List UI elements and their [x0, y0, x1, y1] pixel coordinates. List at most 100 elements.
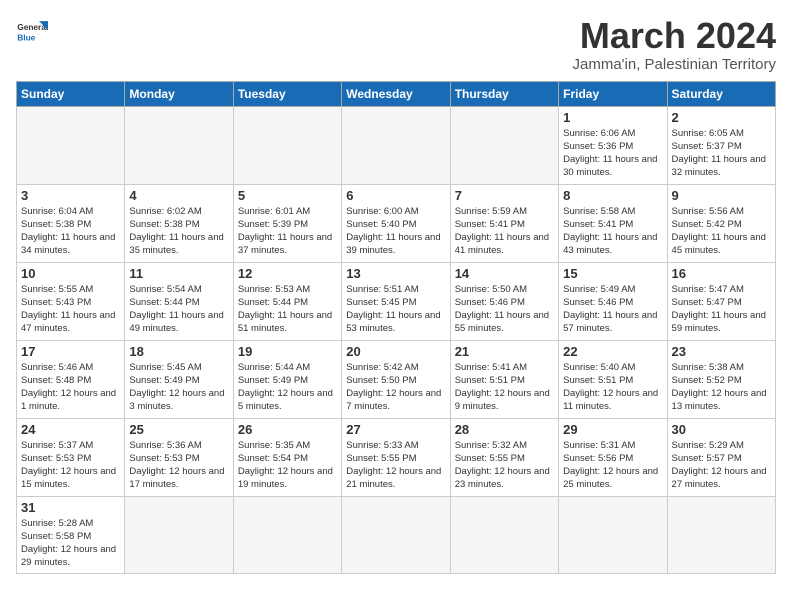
day-number: 20 — [346, 344, 445, 359]
table-row: 13 Sunrise: 5:51 AM Sunset: 5:45 PM Dayli… — [342, 262, 450, 340]
day-number: 10 — [21, 266, 120, 281]
table-row — [667, 496, 775, 573]
table-row — [125, 106, 233, 184]
day-info: Sunrise: 5:45 AM Sunset: 5:49 PM Dayligh… — [129, 361, 228, 414]
table-row: 21 Sunrise: 5:41 AM Sunset: 5:51 PM Dayli… — [450, 340, 558, 418]
day-number: 3 — [21, 188, 120, 203]
day-number: 23 — [672, 344, 771, 359]
table-row: 18 Sunrise: 5:45 AM Sunset: 5:49 PM Dayli… — [125, 340, 233, 418]
table-row: 14Sunrise: 5:50 AM Sunset: 5:46 PM Dayli… — [450, 262, 558, 340]
day-info: Sunrise: 5:36 AM Sunset: 5:53 PM Dayligh… — [129, 439, 228, 492]
day-number: 24 — [21, 422, 120, 437]
day-number: 21 — [455, 344, 554, 359]
day-info: Sunrise: 5:41 AM Sunset: 5:51 PM Dayligh… — [455, 361, 554, 414]
day-number: 7 — [455, 188, 554, 203]
day-info: Sunrise: 5:38 AM Sunset: 5:52 PM Dayligh… — [672, 361, 771, 414]
table-row: 25 Sunrise: 5:36 AM Sunset: 5:53 PM Dayli… — [125, 418, 233, 496]
table-row: 6Sunrise: 6:00 AM Sunset: 5:40 PM Daylig… — [342, 184, 450, 262]
table-row — [559, 496, 667, 573]
table-row: 17Sunrise: 5:46 AM Sunset: 5:48 PM Dayli… — [17, 340, 125, 418]
header-wednesday: Wednesday — [342, 81, 450, 106]
table-row — [17, 106, 125, 184]
day-info: Sunrise: 6:06 AM Sunset: 5:36 PM Dayligh… — [563, 127, 662, 180]
day-number: 2 — [672, 110, 771, 125]
table-row — [233, 496, 341, 573]
table-row: 5 Sunrise: 6:01 AM Sunset: 5:39 PM Daylig… — [233, 184, 341, 262]
day-info: Sunrise: 5:33 AM Sunset: 5:55 PM Dayligh… — [346, 439, 445, 492]
day-info: Sunrise: 5:40 AM Sunset: 5:51 PM Dayligh… — [563, 361, 662, 414]
day-info: Sunrise: 5:46 AM Sunset: 5:48 PM Dayligh… — [21, 361, 120, 414]
day-number: 6 — [346, 188, 445, 203]
day-info: Sunrise: 5:54 AM Sunset: 5:44 PM Dayligh… — [129, 283, 228, 336]
day-info: Sunrise: 5:29 AM Sunset: 5:57 PM Dayligh… — [672, 439, 771, 492]
table-row: 22 Sunrise: 5:40 AM Sunset: 5:51 PM Dayli… — [559, 340, 667, 418]
table-row: 4 Sunrise: 6:02 AM Sunset: 5:38 PM Daylig… — [125, 184, 233, 262]
day-info: Sunrise: 5:37 AM Sunset: 5:53 PM Dayligh… — [21, 439, 120, 492]
table-row: 20 Sunrise: 5:42 AM Sunset: 5:50 PM Dayli… — [342, 340, 450, 418]
day-info: Sunrise: 5:32 AM Sunset: 5:55 PM Dayligh… — [455, 439, 554, 492]
day-info: Sunrise: 5:51 AM Sunset: 5:45 PM Dayligh… — [346, 283, 445, 336]
table-row — [125, 496, 233, 573]
calendar-table: Sunday Monday Tuesday Wednesday Thursday… — [16, 81, 776, 574]
day-info: Sunrise: 5:28 AM Sunset: 5:58 PM Dayligh… — [21, 517, 120, 570]
day-number: 5 — [238, 188, 337, 203]
day-info: Sunrise: 5:31 AM Sunset: 5:56 PM Dayligh… — [563, 439, 662, 492]
table-row — [342, 496, 450, 573]
table-row: 3 Sunrise: 6:04 AM Sunset: 5:38 PM Daylig… — [17, 184, 125, 262]
day-number: 4 — [129, 188, 228, 203]
day-info: Sunrise: 6:05 AM Sunset: 5:37 PM Dayligh… — [672, 127, 771, 180]
day-info: Sunrise: 5:53 AM Sunset: 5:44 PM Dayligh… — [238, 283, 337, 336]
table-row — [342, 106, 450, 184]
day-number: 15 — [563, 266, 662, 281]
day-info: Sunrise: 5:50 AM Sunset: 5:46 PM Dayligh… — [455, 283, 554, 336]
calendar-subtitle: Jamma'in, Palestinian Territory — [573, 56, 777, 73]
day-info: Sunrise: 5:59 AM Sunset: 5:41 PM Dayligh… — [455, 205, 554, 258]
day-info: Sunrise: 5:58 AM Sunset: 5:41 PM Dayligh… — [563, 205, 662, 258]
day-number: 29 — [563, 422, 662, 437]
day-number: 30 — [672, 422, 771, 437]
day-number: 18 — [129, 344, 228, 359]
day-info: Sunrise: 5:49 AM Sunset: 5:46 PM Dayligh… — [563, 283, 662, 336]
table-row — [450, 496, 558, 573]
calendar-header-row: Sunday Monday Tuesday Wednesday Thursday… — [17, 81, 776, 106]
table-row — [233, 106, 341, 184]
table-row: 7 Sunrise: 5:59 AM Sunset: 5:41 PM Daylig… — [450, 184, 558, 262]
day-info: Sunrise: 5:56 AM Sunset: 5:42 PM Dayligh… — [672, 205, 771, 258]
title-area: March 2024 Jamma'in, Palestinian Territo… — [573, 16, 777, 73]
day-info: Sunrise: 6:04 AM Sunset: 5:38 PM Dayligh… — [21, 205, 120, 258]
day-info: Sunrise: 6:01 AM Sunset: 5:39 PM Dayligh… — [238, 205, 337, 258]
table-row: 19 Sunrise: 5:44 AM Sunset: 5:49 PM Dayli… — [233, 340, 341, 418]
table-row: 16 Sunrise: 5:47 AM Sunset: 5:47 PM Dayli… — [667, 262, 775, 340]
day-number: 12 — [238, 266, 337, 281]
header: General Blue March 2024 Jamma'in, Palest… — [16, 16, 776, 73]
day-number: 31 — [21, 500, 120, 515]
logo: General Blue — [16, 16, 48, 48]
table-row: 31 Sunrise: 5:28 AM Sunset: 5:58 PM Dayli… — [17, 496, 125, 573]
table-row: 11 Sunrise: 5:54 AM Sunset: 5:44 PM Dayli… — [125, 262, 233, 340]
calendar-title: March 2024 — [573, 16, 777, 56]
day-number: 16 — [672, 266, 771, 281]
table-row: 29 Sunrise: 5:31 AM Sunset: 5:56 PM Dayli… — [559, 418, 667, 496]
day-number: 11 — [129, 266, 228, 281]
header-monday: Monday — [125, 81, 233, 106]
day-info: Sunrise: 5:47 AM Sunset: 5:47 PM Dayligh… — [672, 283, 771, 336]
header-tuesday: Tuesday — [233, 81, 341, 106]
day-number: 22 — [563, 344, 662, 359]
table-row: 8 Sunrise: 5:58 AM Sunset: 5:41 PM Daylig… — [559, 184, 667, 262]
day-number: 8 — [563, 188, 662, 203]
table-row: 15 Sunrise: 5:49 AM Sunset: 5:46 PM Dayli… — [559, 262, 667, 340]
table-row: 24 Sunrise: 5:37 AM Sunset: 5:53 PM Dayli… — [17, 418, 125, 496]
table-row: 12 Sunrise: 5:53 AM Sunset: 5:44 PM Dayli… — [233, 262, 341, 340]
svg-text:Blue: Blue — [17, 32, 35, 42]
day-info: Sunrise: 5:44 AM Sunset: 5:49 PM Dayligh… — [238, 361, 337, 414]
day-number: 25 — [129, 422, 228, 437]
table-row: 10Sunrise: 5:55 AM Sunset: 5:43 PM Dayli… — [17, 262, 125, 340]
day-info: Sunrise: 6:02 AM Sunset: 5:38 PM Dayligh… — [129, 205, 228, 258]
header-thursday: Thursday — [450, 81, 558, 106]
day-info: Sunrise: 5:42 AM Sunset: 5:50 PM Dayligh… — [346, 361, 445, 414]
table-row: 30 Sunrise: 5:29 AM Sunset: 5:57 PM Dayli… — [667, 418, 775, 496]
day-number: 13 — [346, 266, 445, 281]
day-number: 19 — [238, 344, 337, 359]
table-row: 23 Sunrise: 5:38 AM Sunset: 5:52 PM Dayli… — [667, 340, 775, 418]
table-row — [450, 106, 558, 184]
